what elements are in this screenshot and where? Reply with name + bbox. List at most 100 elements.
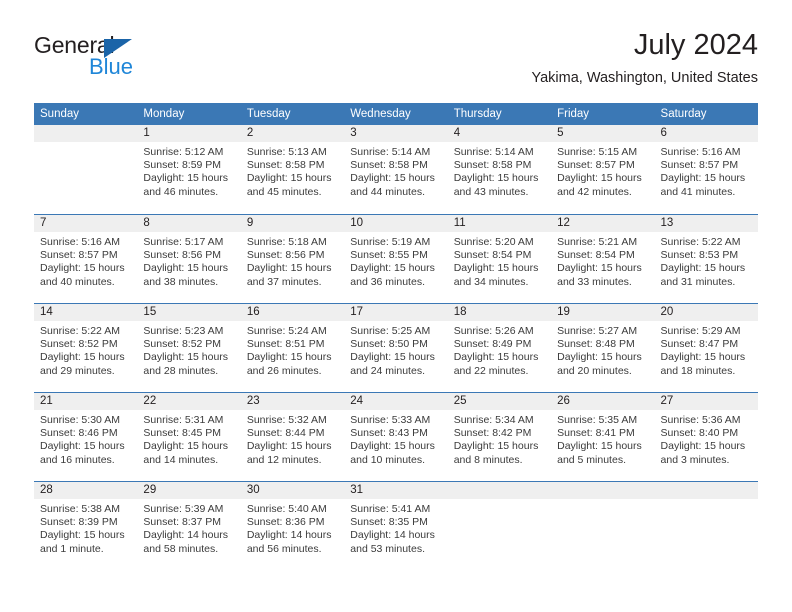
calendar-day-cell[interactable]: 4 Sunrise: 5:14 AM Sunset: 8:58 PM Daylight… [447,125,552,214]
calendar-day-cell[interactable]: 3 Sunrise: 5:14 AM Sunset: 8:58 PM Daylight… [344,125,448,214]
calendar-day-cell[interactable]: 7 Sunrise: 5:16 AM Sunset: 8:57 PM Daylight… [34,215,138,303]
sunset-time: Sunset: 8:47 PM [660,338,739,351]
daylight-duration-line-1: Daylight: 15 hours [350,351,435,364]
weeks-container: 1 Sunrise: 5:12 AM Sunset: 8:59 PM Daylight… [34,125,758,570]
sunrise-time: Sunrise: 5:22 AM [40,325,120,337]
sunrise-time: Sunrise: 5:24 AM [246,325,327,337]
location-subtitle: Yakima, Washington, United States [531,70,758,86]
sunrise-time: Sunrise: 5:38 AM [40,503,120,515]
calendar-day-cell[interactable]: 14 Sunrise: 5:22 AM Sunset: 8:52 PM Dayligh… [34,304,138,392]
day-number [654,482,758,499]
day-number: 11 [447,215,552,232]
daylight-duration-line-2: and 1 minute. [40,542,104,555]
day-number: 17 [344,304,448,321]
daylight-duration-line-1: Daylight: 15 hours [246,440,332,453]
day-sun-info: Sunrise: 5:31 AM Sunset: 8:45 PM Daylight:… [137,410,240,467]
day-sun-info: Sunrise: 5:25 AM Sunset: 8:50 PM Daylight:… [344,321,447,378]
daylight-duration-line-1: Daylight: 15 hours [453,351,539,364]
calendar-day-cell[interactable]: 11 Sunrise: 5:20 AM Sunset: 8:54 PM Dayligh… [447,215,552,303]
title-block: July 2024 Yakima, Washington, United Sta… [532,28,758,87]
daylight-duration-line-1: Daylight: 15 hours [660,351,746,364]
calendar-day-cell[interactable]: 1 Sunrise: 5:12 AM Sunset: 8:59 PM Daylight… [137,125,241,214]
day-number: 31 [344,482,448,499]
day-sun-info: Sunrise: 5:35 AM Sunset: 8:41 PM Daylight:… [551,410,654,467]
calendar-day-cell[interactable]: 22 Sunrise: 5:31 AM Sunset: 8:45 PM Dayligh… [137,393,241,481]
calendar-day-cell-empty [447,482,552,570]
sunrise-time: Sunrise: 5:41 AM [350,503,431,515]
day-number: 7 [34,215,138,232]
day-sun-info: Sunrise: 5:14 AM Sunset: 8:58 PM Daylight:… [344,142,447,199]
day-sun-info: Sunrise: 5:32 AM Sunset: 8:44 PM Daylight:… [241,410,344,467]
day-number: 29 [137,482,241,499]
sunset-time: Sunset: 8:42 PM [453,427,532,440]
day-sun-info: Sunrise: 5:30 AM Sunset: 8:46 PM Daylight:… [34,410,137,467]
calendar-day-cell[interactable]: 25 Sunrise: 5:34 AM Sunset: 8:42 PM Dayligh… [447,393,552,481]
calendar-day-cell[interactable]: 21 Sunrise: 5:30 AM Sunset: 8:46 PM Dayligh… [34,393,138,481]
calendar-day-cell[interactable]: 31 Sunrise: 5:41 AM Sunset: 8:35 PM Dayligh… [344,482,448,570]
sunrise-time: Sunrise: 5:36 AM [660,414,741,426]
daylight-duration-line-1: Daylight: 15 hours [557,262,642,275]
calendar-day-cell[interactable]: 28 Sunrise: 5:38 AM Sunset: 8:39 PM Dayligh… [34,482,138,570]
weekday-header-sunday: Sunday [40,108,80,120]
calendar-day-cell[interactable]: 24 Sunrise: 5:33 AM Sunset: 8:43 PM Dayligh… [344,393,448,481]
day-number: 1 [137,125,241,142]
weekday-header-wednesday: Wednesday [350,108,411,120]
calendar-day-cell[interactable]: 26 Sunrise: 5:35 AM Sunset: 8:41 PM Dayligh… [551,393,655,481]
day-sun-info: Sunrise: 5:21 AM Sunset: 8:54 PM Daylight:… [551,232,654,289]
sunset-time: Sunset: 8:58 PM [453,159,532,172]
day-sun-info: Sunrise: 5:26 AM Sunset: 8:49 PM Daylight:… [448,321,551,378]
calendar-day-cell[interactable]: 20 Sunrise: 5:29 AM Sunset: 8:47 PM Dayligh… [654,304,758,392]
sunset-time: Sunset: 8:54 PM [453,249,532,262]
day-sun-info: Sunrise: 5:24 AM Sunset: 8:51 PM Daylight:… [241,321,344,378]
daylight-duration-line-2: and 36 minutes. [350,275,425,288]
daylight-duration-line-1: Daylight: 15 hours [40,529,125,542]
daylight-duration-line-1: Daylight: 15 hours [453,262,539,275]
sunrise-time: Sunrise: 5:29 AM [660,325,741,337]
calendar-day-cell[interactable]: 5 Sunrise: 5:15 AM Sunset: 8:57 PM Daylight… [551,125,655,214]
daylight-duration-line-2: and 34 minutes. [453,275,529,288]
general-blue-logo[interactable]: General Blue [34,33,264,85]
day-number: 15 [137,304,241,321]
calendar-day-cell[interactable]: 8 Sunrise: 5:17 AM Sunset: 8:56 PM Daylight… [137,215,241,303]
sunrise-time: Sunrise: 5:14 AM [453,146,534,158]
sunset-time: Sunset: 8:50 PM [350,338,428,351]
day-sun-info: Sunrise: 5:41 AM Sunset: 8:35 PM Daylight:… [344,499,447,556]
daylight-duration-line-1: Daylight: 15 hours [143,172,229,185]
sunrise-time: Sunrise: 5:14 AM [350,146,431,158]
calendar-day-cell[interactable]: 29 Sunrise: 5:39 AM Sunset: 8:37 PM Dayligh… [137,482,241,570]
calendar-day-cell[interactable]: 10 Sunrise: 5:19 AM Sunset: 8:55 PM Dayligh… [344,215,448,303]
sunset-time: Sunset: 8:49 PM [453,338,532,351]
day-number: 16 [240,304,345,321]
daylight-duration-line-2: and 18 minutes. [660,364,736,377]
calendar-grid: Sunday Monday Tuesday Wednesday Thursday… [34,103,758,570]
day-number: 3 [344,125,448,142]
daylight-duration-line-1: Daylight: 14 hours [246,529,332,542]
day-number: 9 [240,215,345,232]
sunrise-time: Sunrise: 5:15 AM [557,146,638,158]
calendar-day-cell[interactable]: 2 Sunrise: 5:13 AM Sunset: 8:58 PM Daylight… [240,125,345,214]
calendar-day-cell[interactable]: 27 Sunrise: 5:36 AM Sunset: 8:40 PM Dayligh… [654,393,758,481]
daylight-duration-line-2: and 26 minutes. [246,364,322,377]
calendar-day-cell[interactable]: 19 Sunrise: 5:27 AM Sunset: 8:48 PM Dayligh… [551,304,655,392]
daylight-duration-line-1: Daylight: 14 hours [350,529,435,542]
day-sun-info: Sunrise: 5:12 AM Sunset: 8:59 PM Daylight:… [137,142,240,199]
calendar-day-cell[interactable]: 18 Sunrise: 5:26 AM Sunset: 8:49 PM Dayligh… [447,304,552,392]
daylight-duration-line-1: Daylight: 15 hours [557,440,642,453]
calendar-day-cell[interactable]: 15 Sunrise: 5:23 AM Sunset: 8:52 PM Dayligh… [137,304,241,392]
sunset-time: Sunset: 8:48 PM [557,338,635,351]
calendar-day-cell[interactable]: 9 Sunrise: 5:18 AM Sunset: 8:56 PM Daylight… [240,215,345,303]
daylight-duration-line-1: Daylight: 15 hours [453,440,539,453]
calendar-day-cell[interactable]: 17 Sunrise: 5:25 AM Sunset: 8:50 PM Dayligh… [344,304,448,392]
daylight-duration-line-1: Daylight: 15 hours [143,440,229,453]
calendar-day-cell[interactable]: 13 Sunrise: 5:22 AM Sunset: 8:53 PM Dayligh… [654,215,758,303]
daylight-duration-line-2: and 3 minutes. [660,453,730,466]
daylight-duration-line-2: and 24 minutes. [350,364,425,377]
day-number: 21 [34,393,138,410]
calendar-day-cell[interactable]: 30 Sunrise: 5:40 AM Sunset: 8:36 PM Dayligh… [240,482,345,570]
sunset-time: Sunset: 8:54 PM [557,249,635,262]
calendar-day-cell[interactable]: 12 Sunrise: 5:21 AM Sunset: 8:54 PM Dayligh… [551,215,655,303]
calendar-day-cell[interactable]: 16 Sunrise: 5:24 AM Sunset: 8:51 PM Dayligh… [240,304,345,392]
sunset-time: Sunset: 8:37 PM [143,516,222,529]
calendar-day-cell[interactable]: 6 Sunrise: 5:16 AM Sunset: 8:57 PM Daylight… [654,125,758,214]
calendar-day-cell[interactable]: 23 Sunrise: 5:32 AM Sunset: 8:44 PM Dayligh… [240,393,345,481]
